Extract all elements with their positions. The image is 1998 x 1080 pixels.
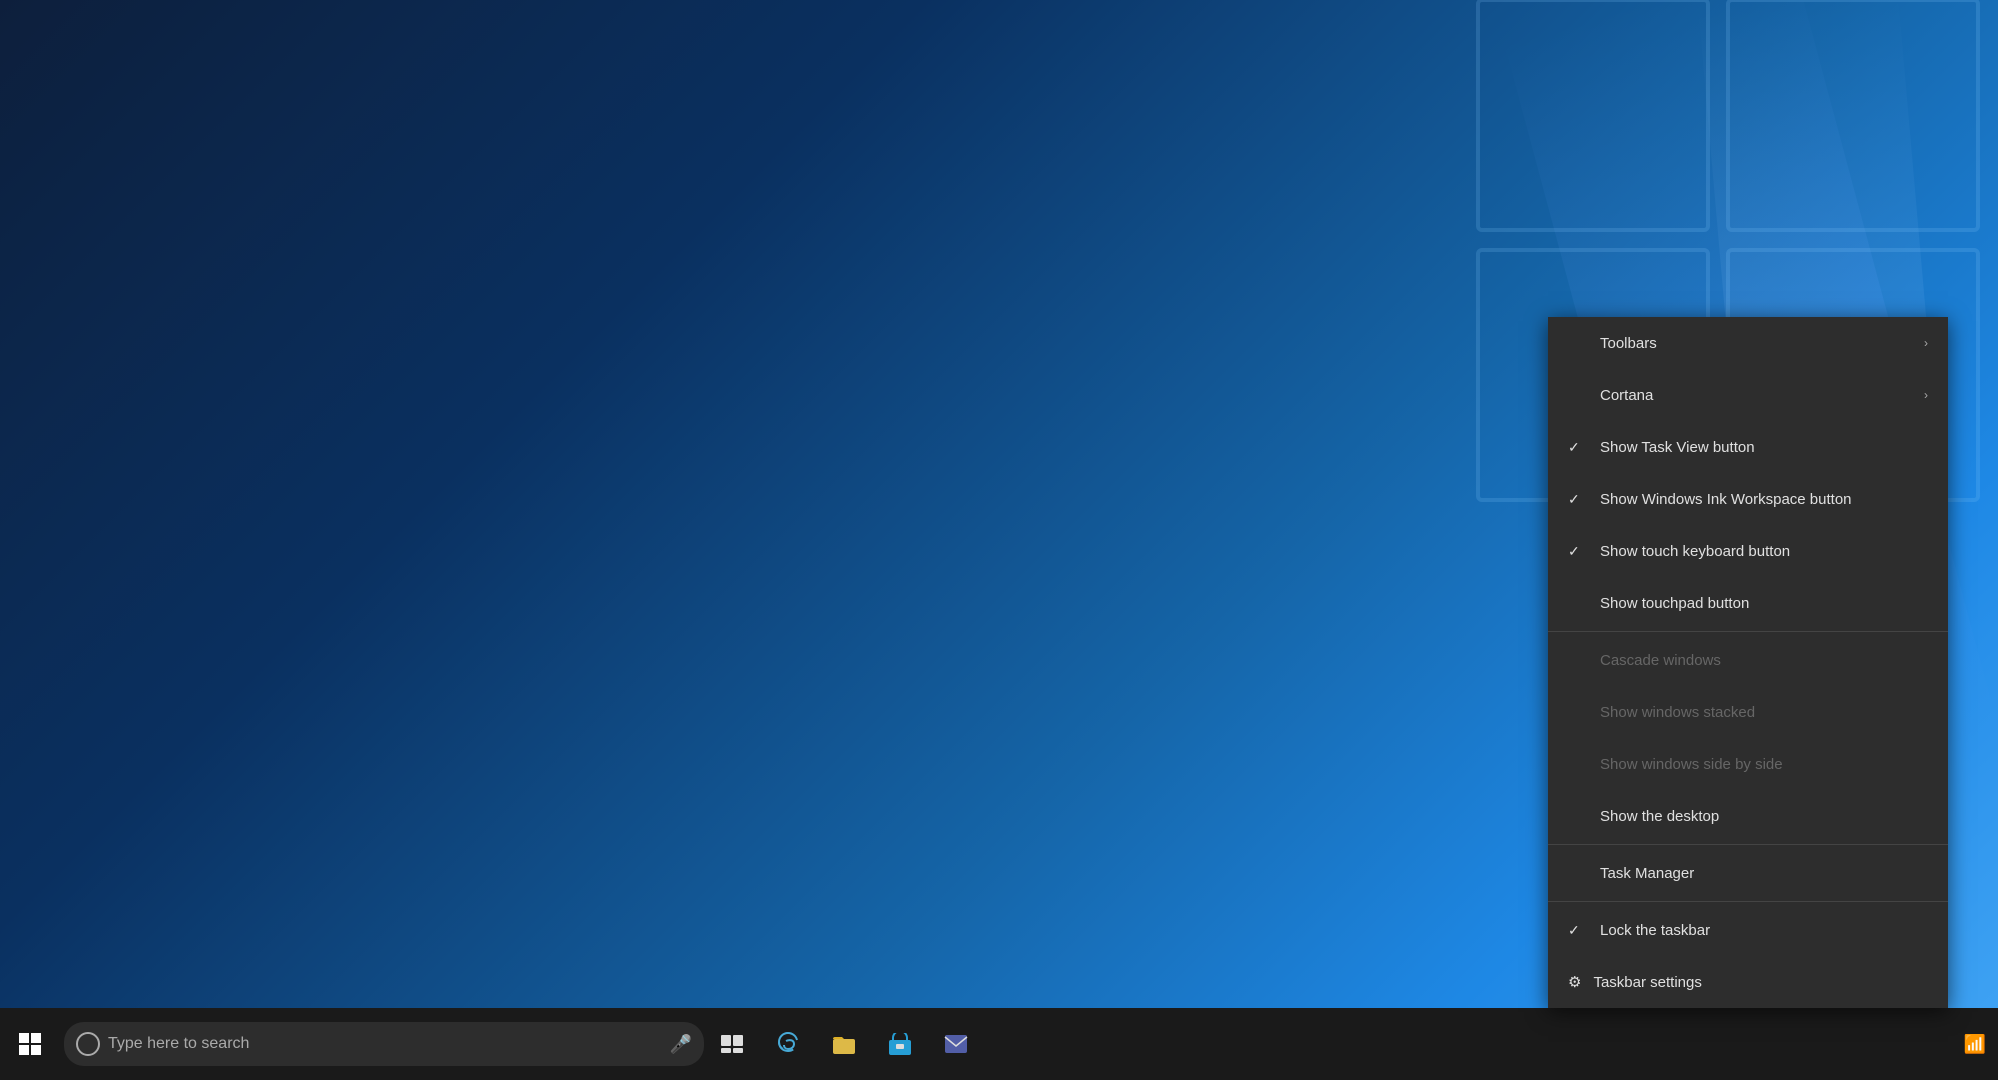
arrow-toolbars: › <box>1924 336 1928 350</box>
check-show-touch-keyboard: ✓ <box>1568 543 1588 560</box>
divider-divider3 <box>1548 901 1948 902</box>
label-lock-taskbar: Lock the taskbar <box>1600 922 1710 939</box>
search-bar[interactable]: Type here to search 🎤 <box>64 1022 704 1066</box>
menu-item-toolbars[interactable]: Toolbars › <box>1548 317 1948 369</box>
menu-item-show-touch-keyboard[interactable]: ✓ Show touch keyboard button <box>1548 525 1948 577</box>
menu-item-taskbar-settings[interactable]: ⚙ Taskbar settings <box>1548 956 1948 1008</box>
microphone-icon: 🎤 <box>670 1034 692 1055</box>
mail-button[interactable] <box>928 1008 984 1080</box>
start-button[interactable] <box>0 1008 60 1080</box>
menu-item-lock-taskbar[interactable]: ✓ Lock the taskbar <box>1548 904 1948 956</box>
taskbar: Type here to search 🎤 <box>0 1008 1998 1080</box>
label-show-touchpad: Show touchpad button <box>1600 595 1749 612</box>
divider-divider2 <box>1548 844 1948 845</box>
check-lock-taskbar: ✓ <box>1568 922 1588 939</box>
label-show-stacked: Show windows stacked <box>1600 704 1755 721</box>
menu-item-show-stacked: Show windows stacked <box>1548 686 1948 738</box>
menu-item-cascade-windows: Cascade windows <box>1548 634 1948 686</box>
label-show-desktop: Show the desktop <box>1600 808 1719 825</box>
label-toolbars: Toolbars <box>1600 335 1657 352</box>
menu-item-show-side-by-side: Show windows side by side <box>1548 738 1948 790</box>
label-show-ink-workspace: Show Windows Ink Workspace button <box>1600 491 1852 508</box>
menu-item-show-touchpad[interactable]: Show touchpad button <box>1548 577 1948 629</box>
menu-item-show-desktop[interactable]: Show the desktop <box>1548 790 1948 842</box>
label-show-task-view: Show Task View button <box>1600 439 1755 456</box>
store-button[interactable] <box>872 1008 928 1080</box>
menu-item-show-task-view[interactable]: ✓ Show Task View button <box>1548 421 1948 473</box>
context-menu: Toolbars›Cortana›✓Show Task View button✓… <box>1548 317 1948 1008</box>
check-show-ink-workspace: ✓ <box>1568 491 1588 508</box>
edge-button[interactable] <box>760 1008 816 1080</box>
label-cortana: Cortana <box>1600 387 1653 404</box>
label-show-side-by-side: Show windows side by side <box>1600 756 1783 773</box>
file-explorer-button[interactable] <box>816 1008 872 1080</box>
wifi-icon: 📶 <box>1964 1034 1986 1055</box>
label-taskbar-settings: Taskbar settings <box>1593 974 1701 991</box>
divider-divider1 <box>1548 631 1948 632</box>
label-cascade-windows: Cascade windows <box>1600 652 1721 669</box>
task-view-button[interactable] <box>704 1008 760 1080</box>
label-show-touch-keyboard: Show touch keyboard button <box>1600 543 1790 560</box>
arrow-cortana: › <box>1924 388 1928 402</box>
search-circle-icon <box>76 1032 100 1056</box>
gear-icon: ⚙ <box>1568 973 1581 991</box>
label-task-manager: Task Manager <box>1600 865 1694 882</box>
menu-item-cortana[interactable]: Cortana › <box>1548 369 1948 421</box>
menu-item-task-manager[interactable]: Task Manager <box>1548 847 1948 899</box>
taskbar-right-area: 📶 <box>1964 1034 1998 1055</box>
check-show-task-view: ✓ <box>1568 439 1588 456</box>
search-placeholder-text: Type here to search <box>108 1035 662 1053</box>
menu-item-show-ink-workspace[interactable]: ✓ Show Windows Ink Workspace button <box>1548 473 1948 525</box>
